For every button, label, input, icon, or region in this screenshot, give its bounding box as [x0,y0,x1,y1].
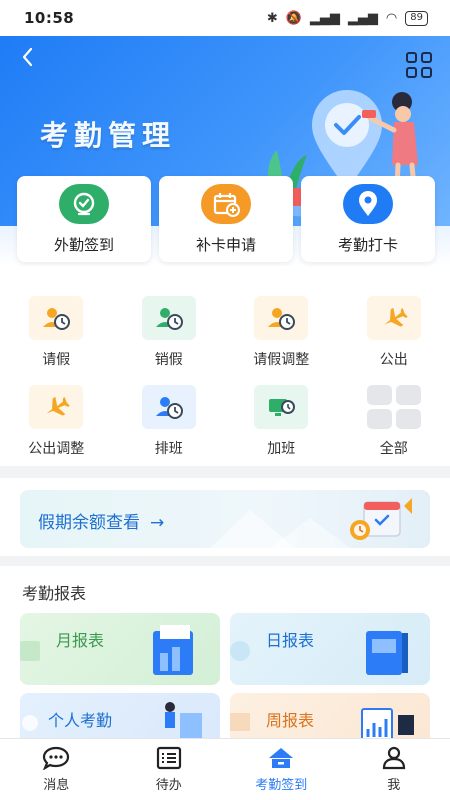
location-check-icon [59,183,109,224]
func-overtime[interactable]: 加班 [225,385,338,458]
function-label: 请假 [42,352,71,368]
battery-indicator: 89 [405,10,428,26]
quick-action-label: 考勤打卡 [337,235,398,254]
monthly-report-card[interactable]: 月报表 [20,613,220,685]
airplane-icon [29,385,84,429]
tab-label: 消息 [43,778,70,793]
todo-list-icon [156,746,181,770]
function-label: 公出调整 [28,441,85,457]
signal-icon: ▂▄▆ [309,10,340,26]
person-clock-icon [254,296,309,340]
field-checkin-card[interactable]: 外勤签到 [17,176,151,262]
card-makeup-card[interactable]: 补卡申请 [159,176,293,262]
function-label: 销假 [154,352,183,368]
status-bar: 10:58 ✱ 🔕 ▂▄▆ ▂▄▆ ◠ 89 [0,0,450,36]
function-label: 排班 [154,441,183,457]
daily-report-card[interactable]: 日报表 [230,613,430,685]
func-all[interactable]: 全部 [338,385,450,458]
func-business-trip[interactable]: 公出 [338,296,450,369]
function-label: 加班 [267,441,296,457]
func-cancel-leave[interactable]: 销假 [113,296,226,369]
grid-icon [366,385,421,429]
quick-action-label: 外勤签到 [53,235,114,254]
quick-actions: 外勤签到 补卡申请 考勤打卡 [17,176,435,262]
func-trip-adjust[interactable]: 公出调整 [0,385,113,458]
personal-attendance-card[interactable]: 个人考勤 [20,693,220,738]
person-desk-icon [22,702,202,738]
leave-balance-banner[interactable]: 假期余额查看 → [20,490,430,548]
attendance-punch-card[interactable]: 考勤打卡 [301,176,435,262]
bluetooth-icon: ✱ [266,10,278,26]
person-clock-icon [141,385,196,429]
weekly-report-card[interactable]: 周报表 [230,693,430,738]
reports-section: 考勤报表 月报表 日报表 个人考勤 周报表 [0,566,450,738]
home-icon [269,748,294,768]
tab-me[interactable]: 我 [338,739,450,800]
arrow-right-icon: → [150,513,165,533]
book-icon [230,631,408,675]
calendar-clock-illustration [350,498,412,540]
status-icons: ✱ 🔕 ▂▄▆ ▂▄▆ ◠ 89 [266,10,428,26]
status-time: 10:58 [24,9,75,27]
tab-label: 我 [387,778,401,793]
mute-icon: 🔕 [285,10,302,26]
wifi-icon: ◠ [385,10,398,26]
user-icon [382,746,405,770]
function-grid: 请假 销假 请假调整 公出 公出调整 排班 加班 全部 [0,266,450,458]
tab-attendance-checkin[interactable]: 考勤签到 [225,739,338,800]
function-label: 公出 [379,352,408,368]
banner-section: 假期余额查看 → [0,478,450,556]
calendar-add-icon [201,183,251,224]
func-leave-adjust[interactable]: 请假调整 [225,296,338,369]
function-grid-section: 请假 销假 请假调整 公出 公出调整 排班 加班 全部 [0,266,450,466]
tab-todo[interactable]: 待办 [113,739,226,800]
tab-label: 待办 [155,778,182,793]
tab-messages[interactable]: 消息 [0,739,113,800]
signal-icon-2: ▂▄▆ [347,10,378,26]
map-pin-icon [343,183,393,224]
tab-label: 考勤签到 [255,778,308,793]
function-label: 全部 [379,441,408,457]
func-leave[interactable]: 请假 [0,296,113,369]
function-label: 请假调整 [253,352,310,368]
message-icon [43,746,70,770]
banner-text: 假期余额查看 → [38,508,164,533]
page-title: 考勤管理 [40,119,177,152]
quick-action-label: 补卡申请 [195,235,256,254]
banner-label: 假期余额查看 [38,513,140,533]
airplane-icon [366,296,421,340]
person-clock-icon [29,296,84,340]
bottom-tab-bar: 消息 待办 考勤签到 我 [0,738,450,800]
chart-board-icon [230,708,414,738]
folder-chart-icon [20,625,193,675]
grid-menu-icon [406,52,417,63]
monitor-clock-icon [254,385,309,429]
reports-title: 考勤报表 [22,584,87,603]
person-clock-icon [141,296,196,340]
chevron-left-icon [22,47,33,67]
back-button[interactable] [20,46,34,74]
func-shift[interactable]: 排班 [113,385,226,458]
